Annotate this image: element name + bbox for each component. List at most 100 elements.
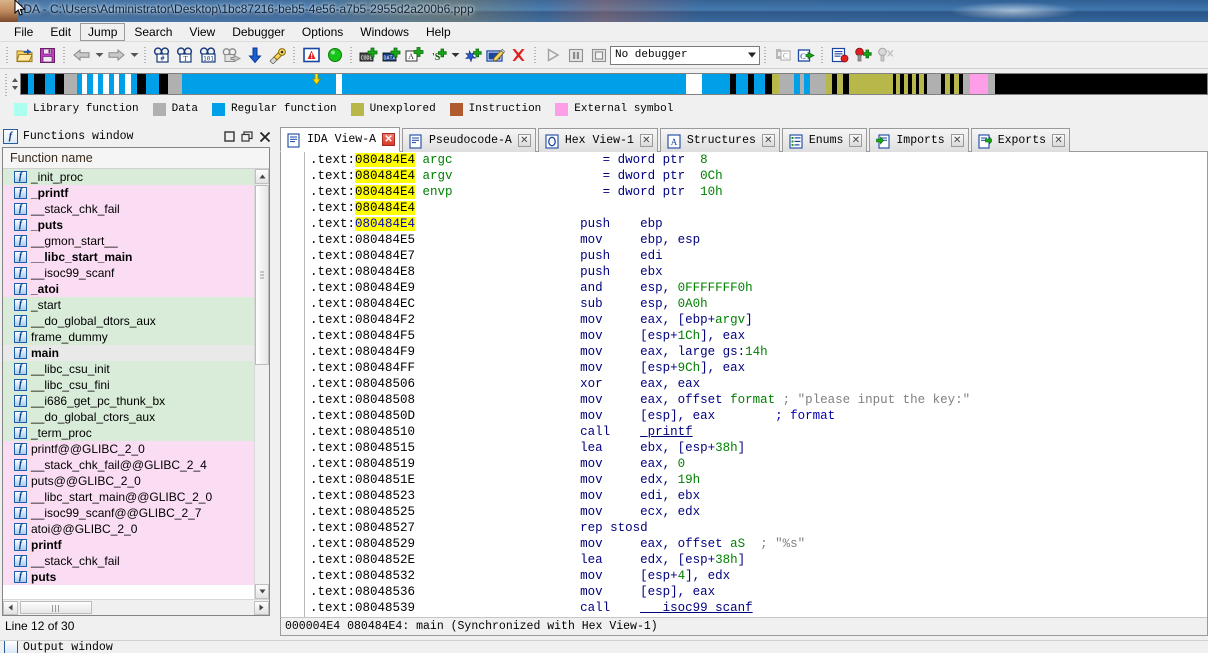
function-list-item[interactable]: f _printf xyxy=(3,185,269,201)
function-list-item[interactable]: f __libc_start_main xyxy=(3,249,269,265)
function-list-item[interactable]: f __do_global_ctors_aux xyxy=(3,409,269,425)
function-list-item[interactable]: f _atoi xyxy=(3,281,269,297)
function-list-item[interactable]: f printf xyxy=(3,537,269,553)
function-list-item[interactable]: f atoi@@GLIBC_2_0 xyxy=(3,521,269,537)
tab-close-icon[interactable]: ✕ xyxy=(950,134,964,147)
search-next-icon[interactable] xyxy=(220,44,243,66)
tab-close-icon[interactable]: ✕ xyxy=(517,134,531,147)
scroll-right-button[interactable] xyxy=(254,600,269,615)
tab-ida-view-a[interactable]: IDA View-A ✕ xyxy=(280,127,401,152)
function-list-item[interactable]: f main xyxy=(3,345,269,361)
function-list-item[interactable]: f __i686_get_pc_thunk_bx xyxy=(3,393,269,409)
disassembly-line[interactable]: .text:080484E4 envp = dword ptr 10h xyxy=(281,184,1207,200)
back-arrow-icon[interactable] xyxy=(70,44,93,66)
disassembly-line[interactable]: .text:08048527 rep stosd xyxy=(281,520,1207,536)
tab-close-icon[interactable]: ✕ xyxy=(849,134,863,147)
run-icon[interactable] xyxy=(541,44,564,66)
function-list-hscrollbar[interactable] xyxy=(3,599,269,615)
pause-icon[interactable] xyxy=(564,44,587,66)
disassembly-line[interactable]: .text:08048536 mov [esp], eax xyxy=(281,584,1207,600)
function-name-column-header[interactable]: Function name xyxy=(3,148,269,169)
function-list-item[interactable]: f __libc_csu_fini xyxy=(3,377,269,393)
tab-imports[interactable]: Imports ✕ xyxy=(869,128,969,152)
menu-item-jump[interactable]: Jump xyxy=(80,22,126,41)
disassembly-line[interactable]: .text:080484E4 argc = dword ptr 8 xyxy=(281,152,1207,168)
disassembly-line[interactable]: .text:080484E5 mov ebp, esp xyxy=(281,232,1207,248)
menu-item-debugger[interactable]: Debugger xyxy=(224,23,293,41)
disassembly-line[interactable]: .text:080484F9 mov eax, large gs:14h xyxy=(281,344,1207,360)
navband-arrow-up-icon[interactable] xyxy=(12,78,18,82)
menu-item-file[interactable]: File xyxy=(6,23,41,41)
function-list-item[interactable]: f __isoc99_scanf xyxy=(3,265,269,281)
navigation-band[interactable] xyxy=(20,73,1208,95)
disassembly-line[interactable]: .text:08048510 call _printf xyxy=(281,424,1207,440)
disassembly-line[interactable]: .text:08048515 lea ebx, [esp+38h] xyxy=(281,440,1207,456)
rename-icon[interactable] xyxy=(484,44,507,66)
search-binary-icon[interactable]: 101 xyxy=(197,44,220,66)
disassembly-line[interactable]: .text:08048529 mov eax, offset aS ; "%s" xyxy=(281,536,1207,552)
hscroll-thumb[interactable] xyxy=(20,601,92,614)
menu-item-windows[interactable]: Windows xyxy=(352,23,417,41)
disassembly-line[interactable]: .text:080484F2 mov eax, [ebp+argv] xyxy=(281,312,1207,328)
function-list-item[interactable]: f __stack_chk_fail xyxy=(3,201,269,217)
tab-enums[interactable]: Enums ✕ xyxy=(781,128,868,152)
jump-down-icon[interactable] xyxy=(243,44,266,66)
function-list-item[interactable]: f __stack_chk_fail xyxy=(3,553,269,569)
function-list-item[interactable]: f __stack_chk_fail@@GLIBC_2_4 xyxy=(3,457,269,473)
add-breakpoint-icon[interactable] xyxy=(851,44,874,66)
toolbar-grip-2[interactable] xyxy=(61,45,68,65)
tab-pseudocode-a[interactable]: Pseudocode-A ✕ xyxy=(402,128,536,152)
scroll-down-button[interactable] xyxy=(255,584,269,599)
function-list-item[interactable]: f __libc_csu_init xyxy=(3,361,269,377)
step-into-c-icon[interactable]: C xyxy=(771,44,794,66)
toolbar-grip[interactable] xyxy=(4,45,11,65)
save-icon[interactable] xyxy=(36,44,59,66)
navband-scroll-arrows[interactable] xyxy=(10,72,20,96)
unlock-icon[interactable] xyxy=(266,44,289,66)
function-list-item[interactable]: f __gmon_start__ xyxy=(3,233,269,249)
search-hex-icon[interactable]: # xyxy=(151,44,174,66)
tab-structures[interactable]: A Structures ✕ xyxy=(659,128,780,152)
tab-hex-view-1[interactable]: Hex View-1 ✕ xyxy=(537,128,658,152)
make-code-icon[interactable]: CODE xyxy=(357,44,380,66)
menu-item-help[interactable]: Help xyxy=(418,23,459,41)
disassembly-line[interactable]: .text:080484E9 and esp, 0FFFFFFF0h xyxy=(281,280,1207,296)
scroll-up-button[interactable] xyxy=(255,169,269,184)
make-struct-dropdown-icon[interactable] xyxy=(449,44,461,66)
tab-close-icon[interactable]: ✕ xyxy=(382,133,396,146)
function-list-item[interactable]: f _init_proc xyxy=(3,169,269,185)
debugger-select[interactable]: No debugger xyxy=(610,45,760,65)
toolbar-grip-6[interactable] xyxy=(532,45,539,65)
function-list-item[interactable]: f frame_dummy xyxy=(3,329,269,345)
navband-arrow-down-icon[interactable] xyxy=(12,86,18,90)
function-list-item[interactable]: f _start xyxy=(3,297,269,313)
scroll-thumb[interactable] xyxy=(255,185,269,365)
disassembly-line[interactable]: .text:08048519 mov eax, 0 xyxy=(281,456,1207,472)
toolbar-grip-4[interactable] xyxy=(291,45,298,65)
disassembly-line[interactable]: .text:0804852E lea edx, [esp+38h] xyxy=(281,552,1207,568)
function-list-item[interactable]: f _term_proc xyxy=(3,425,269,441)
menu-item-view[interactable]: View xyxy=(181,23,223,41)
make-ascii-icon[interactable]: A xyxy=(403,44,426,66)
function-list-item[interactable]: f __do_global_dtors_aux xyxy=(3,313,269,329)
disassembly-line[interactable]: .text:080484E4 push ebp xyxy=(281,216,1207,232)
function-list-item[interactable]: f printf@@GLIBC_2_0 xyxy=(3,441,269,457)
disassembly-line[interactable]: .text:08048508 mov eax, offset format ; … xyxy=(281,392,1207,408)
tab-close-icon[interactable]: ✕ xyxy=(1052,134,1066,147)
disassembly-line[interactable]: .text:080484E4 xyxy=(281,200,1207,216)
step-over-c-icon[interactable]: C xyxy=(794,44,817,66)
menu-item-search[interactable]: Search xyxy=(126,23,180,41)
disassembly-listing[interactable]: .text:080484E4 argc = dword ptr 8 .text:0… xyxy=(281,152,1207,617)
toolbar-grip-8[interactable] xyxy=(819,45,826,65)
disassembly-line[interactable]: .text:08048525 mov ecx, edx xyxy=(281,504,1207,520)
delete-icon[interactable] xyxy=(507,44,530,66)
disassembly-line[interactable]: .text:08048506 xor eax, eax xyxy=(281,376,1207,392)
forward-arrow-icon[interactable] xyxy=(105,44,128,66)
function-list-item[interactable]: f puts xyxy=(3,569,269,585)
restore-icon[interactable] xyxy=(238,129,256,145)
disassembly-line[interactable]: .text:08048523 mov edi, ebx xyxy=(281,488,1207,504)
disassembly-line[interactable]: .text:0804850D mov [esp], eax ; format xyxy=(281,408,1207,424)
function-list-vscrollbar[interactable] xyxy=(254,169,269,599)
maximize-icon[interactable] xyxy=(220,129,238,145)
delete-breakpoint-icon[interactable] xyxy=(874,44,897,66)
